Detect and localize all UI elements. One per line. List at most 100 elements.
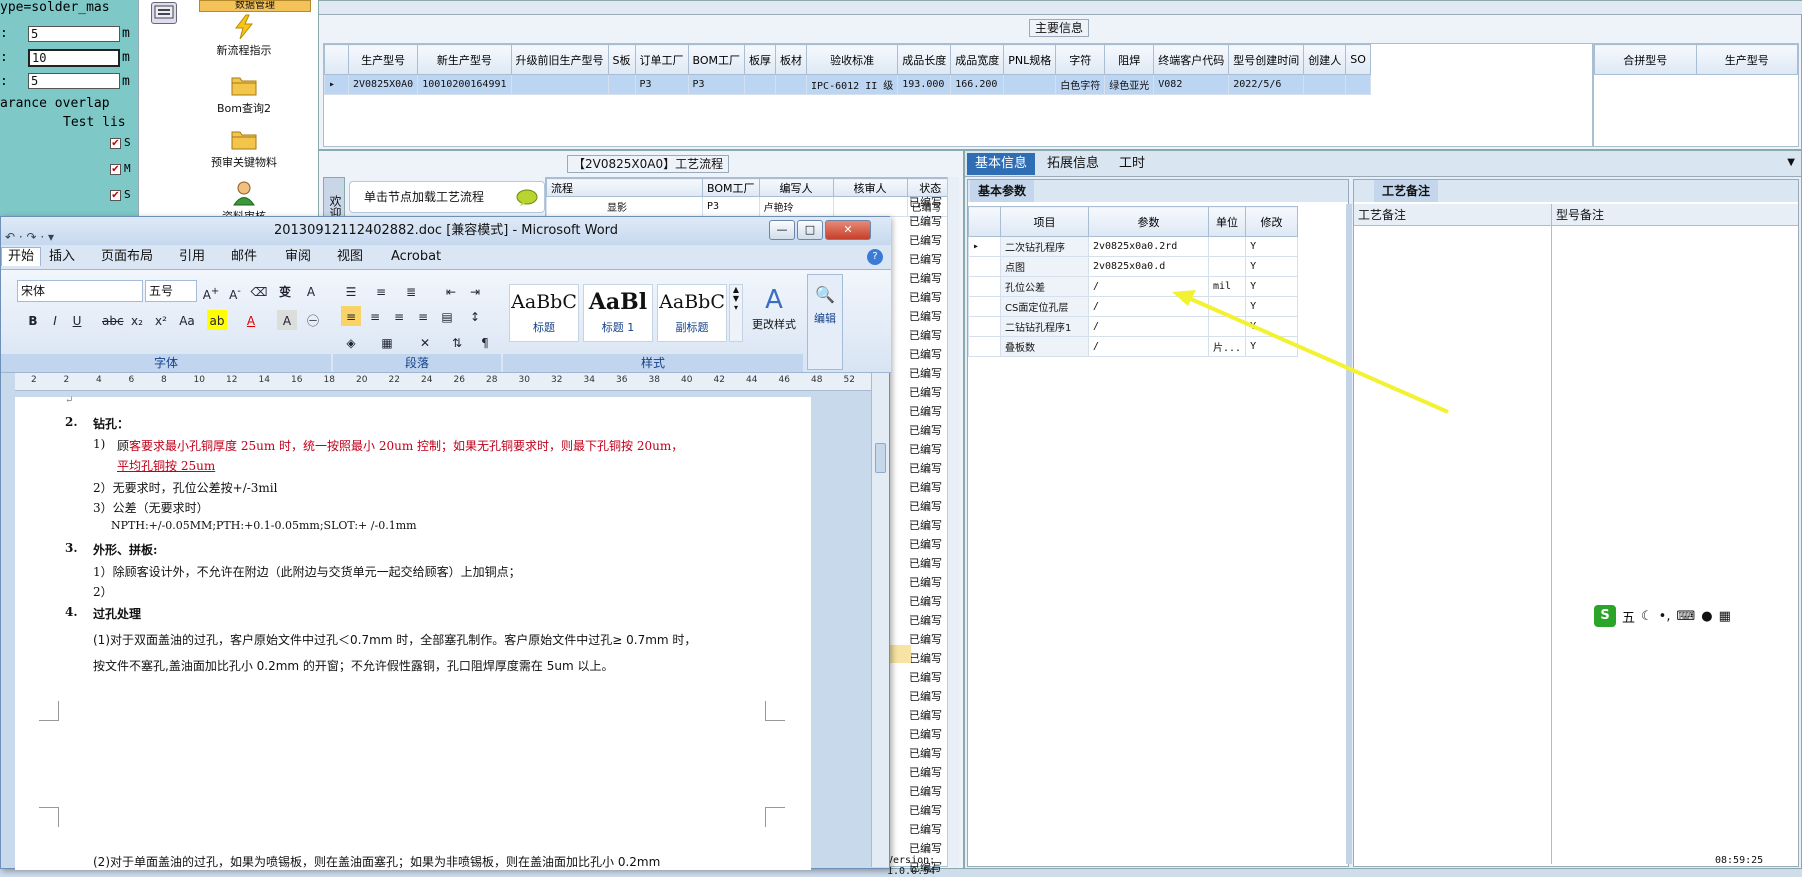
column-header[interactable]: 新生产型号: [417, 44, 512, 75]
status-cell[interactable]: 已编写: [909, 288, 949, 307]
param-edit[interactable]: Y: [1245, 296, 1298, 317]
list-item[interactable]: 2）: [93, 583, 113, 600]
status-cell[interactable]: 已编写: [909, 592, 949, 611]
column-header[interactable]: 流程: [546, 178, 703, 197]
horizontal-ruler[interactable]: 2 2 4 6 8 10 12 14 16 18 20 22 24 26 28 30 32 34 36 38 40 42 4…: [15, 373, 875, 391]
column-header[interactable]: 阻焊: [1104, 44, 1155, 75]
column-header[interactable]: 成品长度: [897, 44, 952, 75]
table-cell[interactable]: [744, 74, 777, 95]
list-item[interactable]: 2）无要求时，孔位公差按+/-3mil: [93, 479, 277, 496]
tolerance-spec[interactable]: NPTH:+/-0.05MM;PTH:+0.1-0.05mm;SLOT:+ /-…: [111, 519, 417, 532]
align-right-icon[interactable]: ≡: [389, 306, 409, 326]
increase-indent-icon[interactable]: ⇥: [465, 281, 485, 301]
table-cell[interactable]: P3: [634, 74, 689, 95]
tab-extended-info[interactable]: 拓展信息: [1039, 153, 1107, 175]
italic-button[interactable]: I: [45, 310, 65, 330]
status-cell[interactable]: 已编写: [909, 459, 949, 478]
ime-mode[interactable]: 五: [1622, 607, 1635, 626]
status-cell[interactable]: 已编写: [909, 478, 949, 497]
grid-icon[interactable]: ▦: [1719, 609, 1731, 624]
multilevel-list-icon[interactable]: ≣: [401, 281, 421, 301]
styles-scroll[interactable]: ▲ ▼ ▾: [729, 284, 743, 342]
status-cell[interactable]: 已编写: [909, 744, 949, 763]
prereview-material-item[interactable]: 预审关键物料: [179, 126, 309, 170]
decrease-indent-icon[interactable]: ⇤: [441, 281, 461, 301]
table-cell[interactable]: V082: [1153, 74, 1230, 95]
minimize-button[interactable]: —: [769, 220, 795, 240]
table-cell[interactable]: P3: [687, 74, 746, 95]
toolbar-icon[interactable]: [151, 2, 177, 24]
list-item[interactable]: 1）除顾客设计外，不允许在附边（此附边与交货单元一起交给顾客）上加铜点；: [93, 563, 521, 580]
column-header[interactable]: 编写人: [758, 178, 834, 197]
column-header[interactable]: 生产型号: [347, 44, 419, 75]
tracked-change[interactable]: 平均孔铜按 25um: [117, 457, 215, 474]
status-cell[interactable]: 已编写: [909, 573, 949, 592]
bold-button[interactable]: B: [23, 310, 43, 330]
param-value[interactable]: 2v0825x0a0.2rd: [1088, 236, 1209, 257]
checkbox[interactable]: ✔: [110, 190, 121, 201]
status-cell[interactable]: 已编写: [909, 649, 949, 668]
font-name-select[interactable]: 宋体: [17, 280, 143, 302]
column-header[interactable]: 板材: [775, 44, 808, 75]
splitter[interactable]: [1346, 204, 1352, 864]
subscript-button[interactable]: x₂: [127, 310, 147, 330]
column-header[interactable]: 升级前旧生产型号: [510, 44, 609, 75]
column-header[interactable]: 创建人: [1303, 44, 1347, 75]
status-cell[interactable]: 已编写: [909, 820, 949, 839]
param-item[interactable]: 二钻钻孔程序1: [1000, 316, 1089, 337]
status-cell[interactable]: 已编写: [909, 345, 949, 364]
table-cell[interactable]: 10010200164991: [417, 74, 512, 95]
scroll-thumb[interactable]: [875, 443, 886, 473]
column-header[interactable]: S板: [607, 44, 636, 75]
tab-work-hours[interactable]: 工时: [1111, 153, 1153, 175]
tab-view[interactable]: 视图: [337, 248, 363, 266]
column-header[interactable]: 合拼型号: [1594, 44, 1697, 75]
status-cell[interactable]: 已编写: [909, 630, 949, 649]
strikethrough-button[interactable]: abc: [101, 310, 124, 330]
status-cell[interactable]: 已编写: [909, 383, 949, 402]
status-cell[interactable]: 已编写: [909, 250, 949, 269]
column-header[interactable]: 型号创建时间: [1228, 44, 1305, 75]
param-unit[interactable]: [1207, 236, 1247, 257]
style-subtitle[interactable]: AaBbC 副标题: [657, 284, 727, 342]
change-case-button[interactable]: Aa: [177, 310, 197, 330]
column-header[interactable]: 生产型号: [1695, 44, 1798, 75]
status-cell[interactable]: 已编写: [909, 611, 949, 630]
param-unit[interactable]: [1207, 316, 1247, 337]
ime-logo-icon[interactable]: S: [1594, 605, 1616, 627]
status-cell[interactable]: 已编写: [909, 516, 949, 535]
status-cell[interactable]: 已编写: [909, 440, 949, 459]
status-cell[interactable]: 已编写: [909, 326, 949, 345]
param-unit[interactable]: 片...: [1207, 336, 1247, 357]
new-flow-item[interactable]: 新流程指示: [179, 14, 309, 58]
param-row[interactable]: 点图 2v0825x0a0.d Y: [968, 256, 1298, 277]
row-indicator[interactable]: [968, 276, 1001, 297]
column-header[interactable]: 板厚: [744, 44, 777, 75]
chevron-down-icon[interactable]: ▼: [1787, 157, 1795, 168]
checkbox[interactable]: ✔: [110, 164, 121, 175]
phonetic-guide-icon[interactable]: 变: [275, 281, 295, 301]
enclose-char-icon[interactable]: ㊀: [303, 310, 323, 330]
param-value[interactable]: 2v0825x0a0.d: [1088, 256, 1209, 277]
column-header[interactable]: 型号备注: [1552, 204, 1798, 226]
param-value[interactable]: /: [1088, 316, 1209, 337]
column-header[interactable]: 参数: [1088, 206, 1209, 237]
distribute-icon[interactable]: ▤: [437, 306, 457, 326]
user-icon[interactable]: ●: [1701, 609, 1712, 624]
show-marks-icon[interactable]: ¶: [475, 332, 495, 352]
tab-acrobat[interactable]: Acrobat: [391, 248, 441, 266]
justify-icon[interactable]: ≡: [413, 306, 433, 326]
sort-icon[interactable]: ⇅: [447, 332, 467, 352]
column-header[interactable]: 验收标准: [806, 44, 899, 75]
tab-page-layout[interactable]: 页面布局: [101, 248, 153, 266]
list-item[interactable]: 3）公差（无要求时）: [93, 499, 209, 516]
bom-query-item[interactable]: Bom查询2: [179, 72, 309, 116]
align-left-icon[interactable]: ≡: [341, 306, 361, 326]
param-row[interactable]: 二钻钻孔程序1/ Y: [968, 316, 1298, 337]
font-color-icon[interactable]: A: [241, 310, 261, 330]
chinese-layout-icon[interactable]: ✕: [415, 332, 435, 352]
checkbox[interactable]: ✔: [110, 138, 121, 149]
status-cell[interactable]: 已编写: [909, 402, 949, 421]
table-cell[interactable]: [510, 74, 609, 95]
line-spacing-icon[interactable]: ↕: [465, 306, 485, 326]
